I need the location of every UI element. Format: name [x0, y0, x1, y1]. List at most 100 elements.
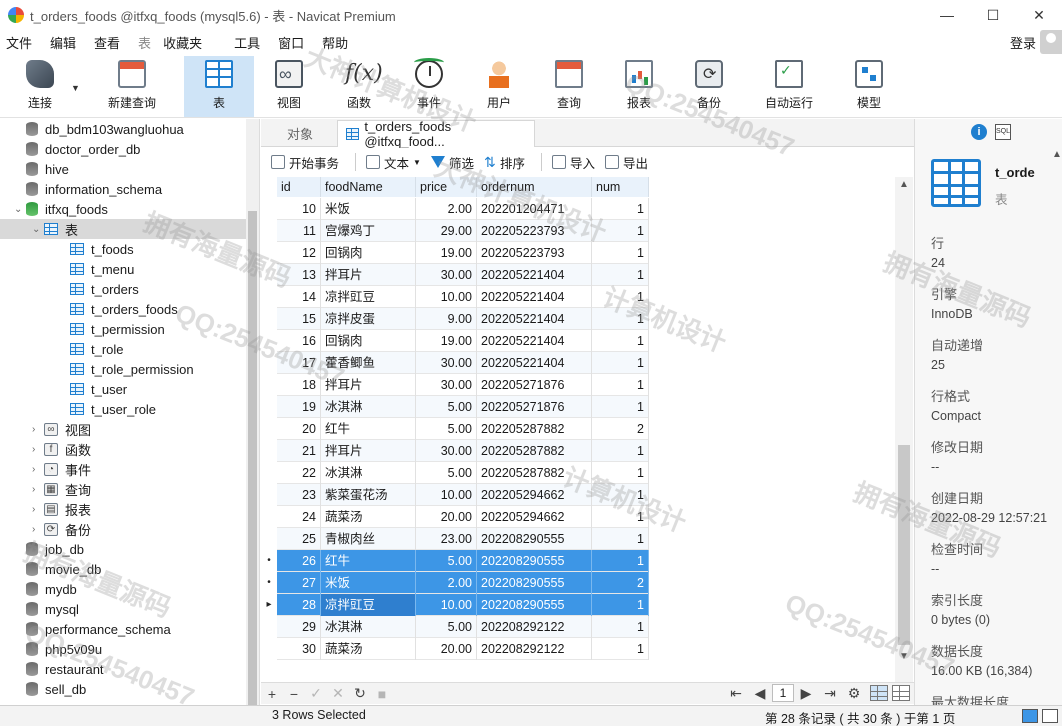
row-marker[interactable] [261, 418, 277, 440]
row-marker[interactable] [261, 242, 277, 264]
row-marker[interactable] [261, 396, 277, 418]
table-row[interactable]: 16 回锅肉 19.00 202205221404 1 [277, 330, 649, 352]
row-marker[interactable] [261, 528, 277, 550]
cell-price[interactable]: 20.00 [416, 638, 477, 660]
column-header-num[interactable]: num [592, 177, 649, 197]
cell-id[interactable]: 24 [277, 506, 321, 528]
cell-id[interactable]: 12 [277, 242, 321, 264]
row-marker[interactable] [261, 616, 277, 638]
column-header-foodname[interactable]: foodName [321, 177, 416, 197]
text-button[interactable]: 文本 ▼ [366, 153, 421, 172]
cell-id[interactable]: 30 [277, 638, 321, 660]
grid-vertical-scrollbar[interactable]: ▲ ▼ [895, 177, 913, 682]
cell-foodname[interactable]: 青椒肉丝 [321, 528, 416, 550]
table-row[interactable]: 19 冰淇淋 5.00 202205271876 1 [277, 396, 649, 418]
cell-ordernum[interactable]: 202205223793 [477, 220, 592, 242]
cell-id[interactable]: 20 [277, 418, 321, 440]
cell-ordernum[interactable]: 202205294662 [477, 484, 592, 506]
table-row[interactable]: 29 冰淇淋 5.00 202208292122 1 [277, 616, 649, 638]
info-icon[interactable]: i [971, 124, 987, 140]
row-marker[interactable] [261, 374, 277, 396]
row-marker[interactable]: • [261, 572, 277, 594]
cell-foodname[interactable]: 红牛 [321, 550, 416, 572]
cell-id[interactable]: 18 [277, 374, 321, 396]
cell-foodname[interactable]: 米饭 [321, 572, 416, 594]
tab-t-orders-foods[interactable]: t_orders_foods @itfxq_food... [337, 119, 535, 149]
cell-foodname[interactable]: 米饭 [321, 198, 416, 220]
tab-objects[interactable]: 对象 [279, 120, 321, 147]
scroll-up-icon[interactable]: ▲ [1049, 149, 1062, 160]
cell-price[interactable]: 9.00 [416, 308, 477, 330]
sidebar-item-t-user[interactable]: t_user [0, 379, 246, 399]
layout-toggle-panel-icon[interactable] [1022, 709, 1038, 723]
sidebar-item--[interactable]: ⌄ 表 [0, 219, 246, 239]
table-row[interactable]: 20 红牛 5.00 202205287882 2 [277, 418, 649, 440]
cell-ordernum[interactable]: 202205223793 [477, 242, 592, 264]
cell-foodname[interactable]: 回锅肉 [321, 242, 416, 264]
avatar[interactable] [1040, 30, 1062, 54]
cell-num[interactable]: 1 [592, 330, 649, 352]
refresh-button[interactable]: ↻ [349, 685, 371, 702]
last-page-button[interactable]: ⇥ [818, 685, 842, 702]
row-marker[interactable] [261, 506, 277, 528]
cell-price[interactable]: 5.00 [416, 462, 477, 484]
model-button[interactable]: 模型 [834, 56, 904, 117]
menu-favorites[interactable]: 收藏夹 [157, 33, 214, 52]
table-row[interactable]: 23 紫菜蛋花汤 10.00 202205294662 1 [277, 484, 649, 506]
cell-id[interactable]: 17 [277, 352, 321, 374]
export-button[interactable]: 导出 [605, 153, 648, 172]
table-row[interactable]: 28 凉拌豇豆 10.00 202208290555 1 [277, 594, 649, 616]
cell-id[interactable]: 29 [277, 616, 321, 638]
cell-ordernum[interactable]: 202208290555 [477, 528, 592, 550]
chevron-icon[interactable]: › [32, 524, 44, 535]
row-marker[interactable] [261, 198, 277, 220]
cell-ordernum[interactable]: 202205221404 [477, 286, 592, 308]
chevron-icon[interactable]: ⌄ [32, 224, 44, 235]
sidebar-item-job-db[interactable]: job_db [0, 539, 246, 559]
cell-num[interactable]: 1 [592, 594, 649, 616]
sidebar-item-db-bdm103wangluohua[interactable]: db_bdm103wangluohua [0, 119, 246, 139]
backup-button[interactable]: 备份 [674, 56, 744, 117]
sidebar-item-doctor-order-db[interactable]: doctor_order_db [0, 139, 246, 159]
cell-foodname[interactable]: 拌耳片 [321, 440, 416, 462]
row-marker[interactable] [261, 462, 277, 484]
table-row[interactable]: 14 凉拌豇豆 10.00 202205221404 1 [277, 286, 649, 308]
cell-ordernum[interactable]: 202205287882 [477, 418, 592, 440]
sql-preview-icon[interactable]: SQL [995, 124, 1011, 140]
cell-num[interactable]: 1 [592, 374, 649, 396]
row-marker[interactable] [261, 286, 277, 308]
cell-foodname[interactable]: 凉拌豇豆 [321, 594, 416, 616]
cell-price[interactable]: 29.00 [416, 220, 477, 242]
cell-id[interactable]: 15 [277, 308, 321, 330]
cell-num[interactable]: 1 [592, 440, 649, 462]
report-button[interactable]: 报表 [604, 56, 674, 117]
query-button[interactable]: 查询 [534, 56, 604, 117]
row-marker[interactable] [261, 638, 277, 660]
cell-price[interactable]: 5.00 [416, 616, 477, 638]
cell-ordernum[interactable]: 202208290555 [477, 594, 592, 616]
cell-price[interactable]: 30.00 [416, 264, 477, 286]
cell-foodname[interactable]: 红牛 [321, 418, 416, 440]
grid-view-toggle[interactable] [870, 685, 888, 701]
sidebar-item-itfxq-foods[interactable]: ⌄ itfxq_foods [0, 199, 246, 219]
sidebar-item--[interactable]: › ◔ 事件 [0, 459, 246, 479]
table-row[interactable]: 24 蔬菜汤 20.00 202205294662 1 [277, 506, 649, 528]
cell-foodname[interactable]: 拌耳片 [321, 374, 416, 396]
table-row[interactable]: 17 藿香鲫鱼 30.00 202205221404 1 [277, 352, 649, 374]
page-number-input[interactable]: 1 [772, 684, 794, 702]
cell-price[interactable]: 5.00 [416, 396, 477, 418]
cell-price[interactable]: 30.00 [416, 352, 477, 374]
sidebar-item-information-schema[interactable]: information_schema [0, 179, 246, 199]
cell-price[interactable]: 10.00 [416, 286, 477, 308]
cell-foodname[interactable]: 冰淇淋 [321, 396, 416, 418]
user-button[interactable]: 用户 [464, 56, 534, 117]
import-button[interactable]: 导入 [551, 153, 595, 172]
grid-scroll-thumb[interactable] [898, 445, 910, 645]
cell-num[interactable]: 1 [592, 638, 649, 660]
sidebar-item-t-role-permission[interactable]: t_role_permission [0, 359, 246, 379]
first-page-button[interactable]: ⇤ [724, 685, 748, 702]
cell-price[interactable]: 30.00 [416, 440, 477, 462]
cell-id[interactable]: 10 [277, 198, 321, 220]
cell-ordernum[interactable]: 202208292122 [477, 638, 592, 660]
cell-ordernum[interactable]: 202205287882 [477, 462, 592, 484]
